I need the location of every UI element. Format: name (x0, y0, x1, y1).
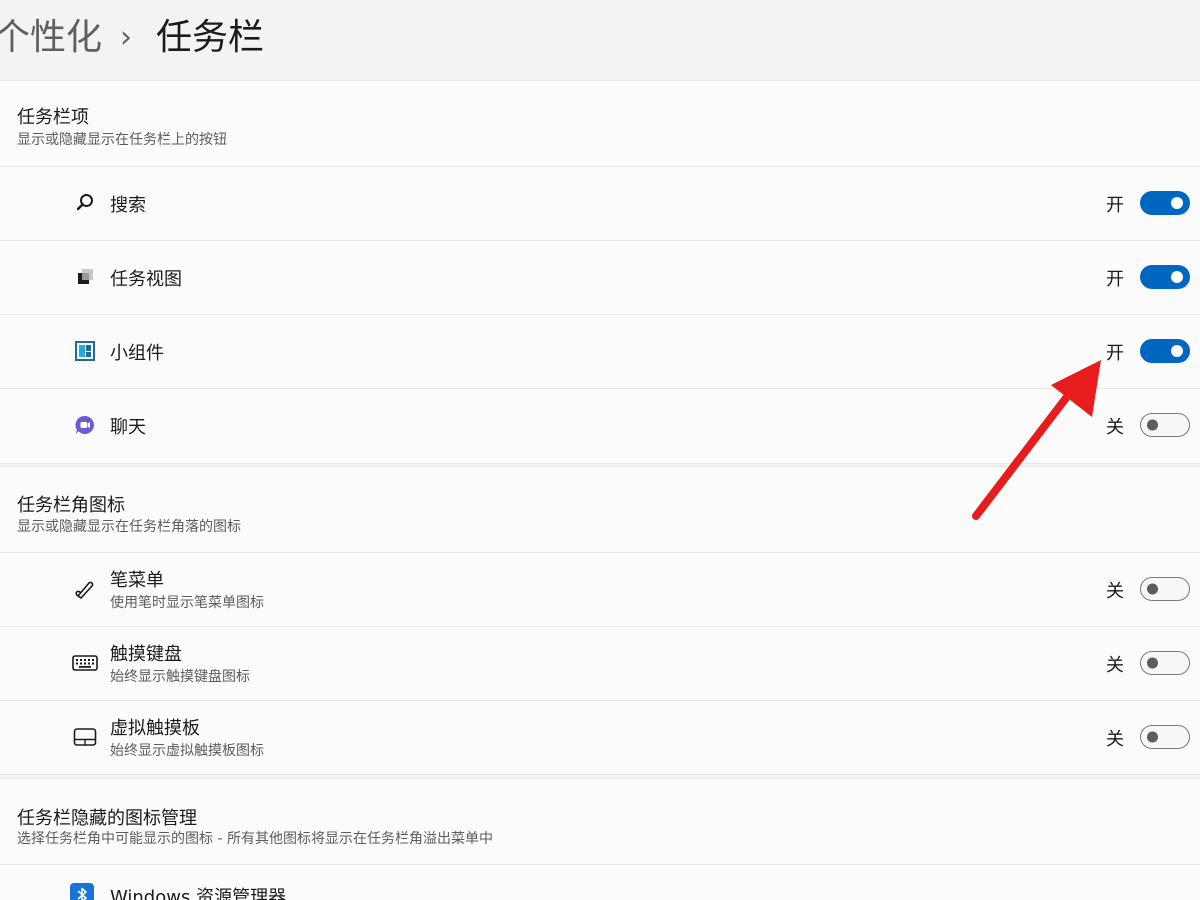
corner-icons-section: 任务栏角图标 显示或隐藏显示在任务栏角落的图标 笔菜单 使用笔时显示笔菜单图标 … (0, 466, 1200, 775)
page-title: 任务栏 (156, 17, 265, 58)
corner-icons-header[interactable]: 任务栏角图标 显示或隐藏显示在任务栏角落的图标 (0, 467, 1200, 553)
toggle-knob (1147, 731, 1158, 743)
toggle-state-label: 开 (1106, 195, 1124, 216)
overflow-icons-header[interactable]: 任务栏隐藏的图标管理 选择任务栏角中可能显示的图标 - 所有其他图标将显示在任务… (0, 779, 1200, 865)
search-toggle[interactable] (1140, 191, 1190, 215)
toggle-knob (1147, 583, 1158, 595)
setting-row-widgets: 小组件 开 (0, 315, 1200, 389)
virtual-touchpad-toggle[interactable] (1140, 725, 1190, 749)
breadcrumb-chevron-icon: › (120, 20, 132, 55)
setting-label: 笔菜单 (110, 570, 164, 591)
section-title: 任务栏隐藏的图标管理 (17, 808, 197, 829)
setting-label: 任务视图 (110, 269, 182, 290)
toggle-knob (1147, 657, 1158, 669)
search-icon (72, 190, 98, 216)
overflow-row-explorer: Windows 资源管理器 (0, 865, 1200, 900)
section-title: 任务栏角图标 (17, 495, 125, 516)
section-subtitle: 选择任务栏角中可能显示的图标 - 所有其他图标将显示在任务栏角溢出菜单中 (17, 831, 493, 847)
widgets-toggle[interactable] (1140, 339, 1190, 363)
setting-label: 聊天 (110, 417, 146, 438)
toggle-knob (1147, 419, 1158, 431)
pen-icon (72, 576, 98, 602)
setting-description: 始终显示虚拟触摸板图标 (110, 743, 264, 759)
toggle-state-label: 关 (1106, 655, 1124, 676)
pen-menu-toggle[interactable] (1140, 577, 1190, 601)
setting-row-virtual-touchpad: 虚拟触摸板 始终显示虚拟触摸板图标 关 (0, 701, 1200, 774)
toggle-knob (1171, 271, 1183, 283)
bluetooth-icon (70, 883, 94, 900)
toggle-state-label: 关 (1106, 417, 1124, 438)
task-view-icon (72, 264, 98, 290)
touch-keyboard-toggle[interactable] (1140, 651, 1190, 675)
setting-label: 虚拟触摸板 (110, 718, 200, 739)
breadcrumb-parent[interactable]: 个性化 (0, 14, 102, 62)
setting-row-touch-keyboard: 触摸键盘 始终显示触摸键盘图标 关 (0, 627, 1200, 701)
setting-row-chat: 聊天 关 (0, 389, 1200, 462)
toggle-knob (1171, 197, 1183, 209)
setting-description: 使用笔时显示笔菜单图标 (110, 595, 264, 611)
setting-row-search: 搜索 开 (0, 167, 1200, 241)
touchpad-icon (72, 724, 98, 750)
setting-row-task-view: 任务视图 开 (0, 241, 1200, 315)
taskbar-items-header[interactable]: 任务栏项 显示或隐藏显示在任务栏上的按钮 (0, 81, 1200, 167)
chat-toggle[interactable] (1140, 413, 1190, 437)
widgets-icon (72, 338, 98, 364)
setting-label: 触摸键盘 (110, 644, 182, 665)
setting-label: 小组件 (110, 343, 164, 364)
toggle-state-label: 开 (1106, 343, 1124, 364)
toggle-state-label: 开 (1106, 269, 1124, 290)
toggle-state-label: 关 (1106, 729, 1124, 750)
setting-row-pen-menu: 笔菜单 使用笔时显示笔菜单图标 关 (0, 553, 1200, 627)
overflow-icons-section: 任务栏隐藏的图标管理 选择任务栏角中可能显示的图标 - 所有其他图标将显示在任务… (0, 778, 1200, 900)
setting-label: 搜索 (110, 195, 146, 216)
toggle-state-label: 关 (1106, 581, 1124, 602)
section-title: 任务栏项 (17, 107, 89, 128)
keyboard-icon (72, 650, 98, 676)
taskbar-items-section: 任务栏项 显示或隐藏显示在任务栏上的按钮 搜索 开 任务视图 开 小组件 开 聊… (0, 80, 1200, 464)
task-view-toggle[interactable] (1140, 265, 1190, 289)
settings-window: 个性化 › 任务栏 任务栏项 显示或隐藏显示在任务栏上的按钮 搜索 开 任务视图… (0, 0, 1200, 900)
toggle-knob (1171, 345, 1183, 357)
setting-label: Windows 资源管理器 (110, 887, 287, 900)
section-subtitle: 显示或隐藏显示在任务栏上的按钮 (17, 132, 227, 148)
setting-description: 始终显示触摸键盘图标 (110, 669, 250, 685)
chat-icon (72, 412, 98, 438)
page-header: 个性化 › 任务栏 (0, 0, 1200, 80)
section-subtitle: 显示或隐藏显示在任务栏角落的图标 (17, 519, 241, 535)
